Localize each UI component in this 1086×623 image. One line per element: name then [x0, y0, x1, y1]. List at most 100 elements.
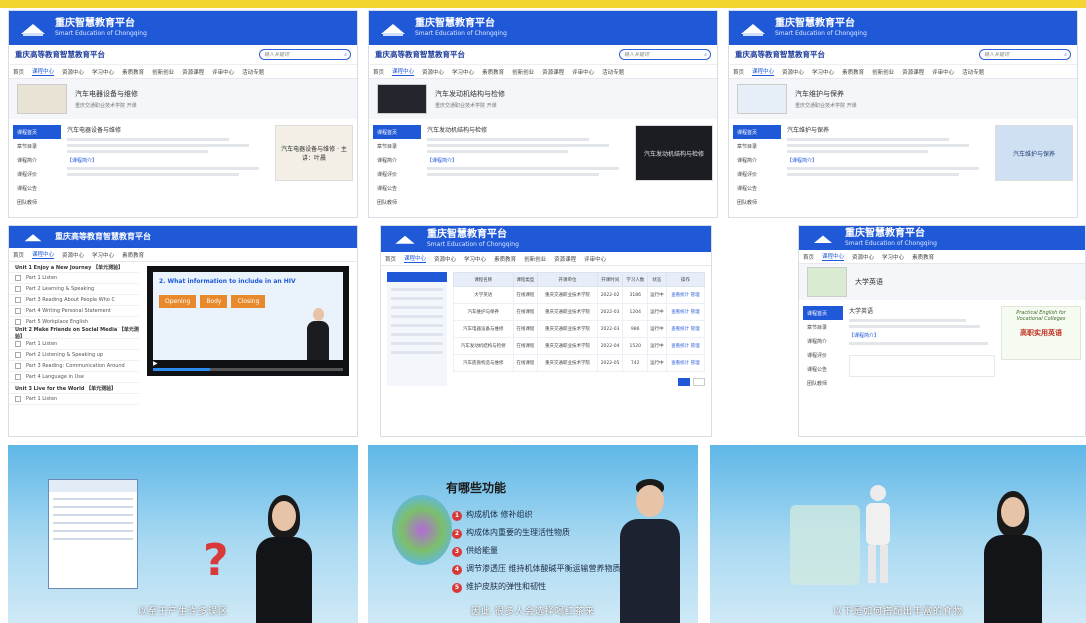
nav-resources[interactable]: 资源中心: [852, 253, 874, 261]
page-button[interactable]: [678, 378, 690, 386]
nav-res-courses[interactable]: 资源课程: [182, 68, 204, 76]
menu-item-teachers[interactable]: 团队教师: [733, 195, 781, 209]
nav-events[interactable]: 活动专题: [962, 68, 984, 76]
menu-item-teachers[interactable]: 团队教师: [373, 195, 421, 209]
nav-courses[interactable]: 课程中心: [32, 250, 55, 259]
nav-resources[interactable]: 资源中心: [62, 251, 84, 259]
nav-review[interactable]: 评审中心: [584, 255, 606, 263]
search-input[interactable]: 输入关键词 ⌕: [619, 49, 711, 60]
nav-courses[interactable]: 课程中心: [32, 67, 55, 76]
nav-learning[interactable]: 学习中心: [452, 68, 474, 76]
course-thumbnail[interactable]: [17, 84, 67, 114]
menu-item-intro[interactable]: 课程简介: [803, 334, 843, 348]
menu-item-chapters[interactable]: 章节目录: [733, 139, 781, 153]
search-icon[interactable]: ⌕: [1064, 52, 1070, 58]
row-actions[interactable]: 查看统计 管理: [665, 320, 706, 338]
nav-learning[interactable]: 学习中心: [92, 68, 114, 76]
video-frame-2[interactable]: 有哪些功能 1 构成机体 修补组织 2 构成体内重要的生理活性物质 3 供给能量 4调…: [368, 445, 698, 623]
nav-innovation[interactable]: 创新创业: [524, 255, 546, 263]
search-icon[interactable]: ⌕: [344, 52, 350, 58]
nav-resources[interactable]: 资源中心: [62, 68, 84, 76]
course-thumbnail[interactable]: [737, 84, 787, 114]
menu-item-teachers[interactable]: 团队教师: [13, 195, 61, 209]
nav-learning[interactable]: 学习中心: [464, 255, 486, 263]
menu-item-home[interactable]: 课程首页: [803, 306, 843, 320]
nav-res-courses[interactable]: 资源课程: [902, 68, 924, 76]
lesson-item[interactable]: Part 3 Reading About People Who C: [9, 295, 139, 306]
search-icon[interactable]: ⌕: [704, 52, 710, 58]
nav-quality[interactable]: 素质教育: [494, 255, 516, 263]
nav-innovation[interactable]: 创新创业: [512, 68, 534, 76]
nav-home[interactable]: 首页: [803, 253, 814, 261]
menu-item-notices[interactable]: 课程公告: [373, 181, 421, 195]
nav-quality[interactable]: 素质教育: [482, 68, 504, 76]
lesson-item[interactable]: Part 2 Learning & Speaking: [9, 284, 139, 295]
nav-courses[interactable]: 课程中心: [404, 254, 427, 263]
nav-home[interactable]: 首页: [373, 68, 384, 76]
course-thumbnail[interactable]: [807, 267, 847, 297]
nav-learning[interactable]: 学习中心: [92, 251, 114, 259]
lesson-item[interactable]: Part 1 Listen: [9, 273, 139, 284]
menu-item-notices[interactable]: 课程公告: [13, 181, 61, 195]
nav-innovation[interactable]: 创新创业: [152, 68, 174, 76]
nav-home[interactable]: 首页: [13, 68, 24, 76]
admin-menu-active[interactable]: [387, 272, 447, 282]
course-thumbnail[interactable]: [377, 84, 427, 114]
nav-courses[interactable]: 课程中心: [822, 252, 845, 261]
lesson-item[interactable]: Part 4 Writing Personal Statement: [9, 306, 139, 317]
menu-item-notices[interactable]: 课程公告: [803, 362, 843, 376]
menu-item-chapters[interactable]: 章节目录: [13, 139, 61, 153]
nav-res-courses[interactable]: 资源课程: [542, 68, 564, 76]
nav-courses[interactable]: 课程中心: [752, 67, 775, 76]
nav-learning[interactable]: 学习中心: [812, 68, 834, 76]
menu-item-intro[interactable]: 课程简介: [13, 153, 61, 167]
nav-resources[interactable]: 资源中心: [422, 68, 444, 76]
nav-review[interactable]: 评审中心: [212, 68, 234, 76]
menu-item-intro[interactable]: 课程简介: [733, 153, 781, 167]
nav-home[interactable]: 首页: [385, 255, 396, 263]
menu-item-home[interactable]: 课程首页: [733, 125, 781, 139]
nav-quality[interactable]: 素质教育: [122, 68, 144, 76]
comment-box[interactable]: [849, 355, 995, 377]
lesson-item[interactable]: Part 4 Language in Use: [9, 372, 139, 383]
row-actions[interactable]: 查看统计 管理: [665, 303, 706, 321]
row-actions[interactable]: 查看统计 管理: [665, 354, 706, 372]
nav-events[interactable]: 活动专题: [602, 68, 624, 76]
page-button[interactable]: [693, 378, 705, 386]
video-player[interactable]: 2. What information to include in an HIV…: [147, 266, 349, 376]
video-frame-3[interactable]: 以下是如何搭配出丰富的食物: [710, 445, 1086, 623]
lesson-item[interactable]: Part 2 Listening & Speaking up: [9, 350, 139, 361]
play-icon[interactable]: ▶: [153, 360, 158, 367]
menu-item-reviews[interactable]: 课程评价: [803, 348, 843, 362]
lesson-item[interactable]: Part 3 Reading: Communication Around: [9, 361, 139, 372]
nav-innovation[interactable]: 创新创业: [872, 68, 894, 76]
nav-review[interactable]: 评审中心: [572, 68, 594, 76]
menu-item-home[interactable]: 课程首页: [13, 125, 61, 139]
menu-item-teachers[interactable]: 团队教师: [803, 376, 843, 390]
nav-events[interactable]: 活动专题: [242, 68, 264, 76]
menu-item-reviews[interactable]: 课程评价: [733, 167, 781, 181]
menu-item-chapters[interactable]: 章节目录: [373, 139, 421, 153]
nav-home[interactable]: 首页: [733, 68, 744, 76]
nav-review[interactable]: 评审中心: [932, 68, 954, 76]
menu-item-home[interactable]: 课程首页: [373, 125, 421, 139]
nav-quality[interactable]: 素质教育: [842, 68, 864, 76]
lesson-item[interactable]: Part 1 Listen: [9, 394, 139, 405]
row-actions[interactable]: 查看统计 管理: [665, 337, 706, 355]
unit-header[interactable]: Unit 3 Live for the World 【单元测验】: [9, 383, 139, 394]
nav-quality[interactable]: 素质教育: [122, 251, 144, 259]
menu-item-reviews[interactable]: 课程评价: [373, 167, 421, 181]
menu-item-reviews[interactable]: 课程评价: [13, 167, 61, 181]
lesson-item[interactable]: Part 1 Listen: [9, 339, 139, 350]
menu-item-intro[interactable]: 课程简介: [373, 153, 421, 167]
row-actions[interactable]: 查看统计 管理: [665, 286, 706, 304]
search-input[interactable]: 输入关键词 ⌕: [259, 49, 351, 60]
menu-item-notices[interactable]: 课程公告: [733, 181, 781, 195]
menu-item-chapters[interactable]: 章节目录: [803, 320, 843, 334]
nav-resources[interactable]: 资源中心: [434, 255, 456, 263]
nav-quality[interactable]: 素质教育: [912, 253, 934, 261]
nav-resources[interactable]: 资源中心: [782, 68, 804, 76]
nav-res-courses[interactable]: 资源课程: [554, 255, 576, 263]
unit-header[interactable]: Unit 2 Make Friends on Social Media 【单元测…: [9, 327, 139, 340]
nav-learning[interactable]: 学习中心: [882, 253, 904, 261]
